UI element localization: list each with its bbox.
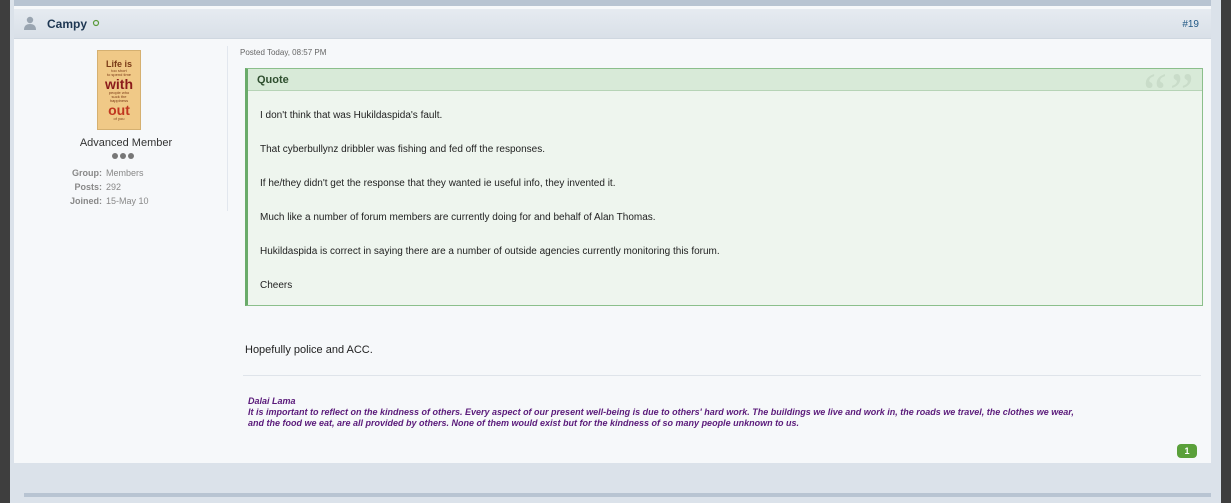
- rank-pip: [112, 153, 118, 159]
- posts-value: 292: [106, 182, 122, 192]
- quote-header: Quote “”: [248, 62, 1202, 122]
- reputation-badge[interactable]: 1: [1177, 444, 1197, 458]
- quote-line: Hukildaspida is correct in saying there …: [260, 246, 720, 257]
- author-name[interactable]: Campy: [47, 17, 87, 31]
- signature-divider: [243, 375, 1201, 376]
- joined-label: Joined:: [69, 196, 102, 206]
- online-status-icon: [92, 19, 100, 27]
- scrollbar[interactable]: [1221, 0, 1231, 503]
- signature-line: It is important to reflect on the kindne…: [248, 407, 1074, 417]
- author-info: Life is too short to spend time with peo…: [14, 44, 229, 224]
- joined-row: Joined: 15-May 10: [14, 196, 229, 210]
- quote-line: If he/they didn't get the response that …: [260, 178, 616, 189]
- left-gutter: [0, 0, 10, 503]
- group-label: Group:: [72, 168, 102, 178]
- posts-row: Posts: 292: [14, 182, 229, 196]
- avatar-text: of you: [113, 115, 125, 121]
- quote-line: I don't think that was Hukildaspida's fa…: [260, 110, 443, 121]
- user-stats: Group: Members Posts: 292 Joined: 15-May…: [14, 168, 229, 210]
- forum-post: Campy #19 Life is too short to spend tim…: [14, 6, 1211, 463]
- joined-value: 15-May 10: [106, 196, 149, 206]
- column-divider: [227, 46, 228, 211]
- quote-line: That cyberbullynz dribbler was fishing a…: [260, 144, 545, 155]
- rank-pip: [120, 153, 126, 159]
- avatar[interactable]: Life is too short to spend time with peo…: [97, 50, 141, 130]
- group-value: Members: [106, 168, 144, 178]
- post-body: Hopefully police and ACC.: [245, 344, 373, 356]
- signature-line: and the food we eat, are all provided by…: [248, 418, 800, 428]
- avatar-text: out: [108, 101, 130, 118]
- quote-line: Much like a number of forum members are …: [260, 212, 656, 223]
- quote-label: Quote: [257, 74, 289, 86]
- posted-date: Posted Today, 08:57 PM: [240, 48, 327, 57]
- quote-line: Cheers: [260, 280, 293, 291]
- rank-pips: [112, 153, 134, 159]
- posts-label: Posts:: [74, 182, 102, 192]
- signature: Dalai Lama It is important to reflect on…: [248, 396, 1208, 429]
- post-footer: [14, 463, 1211, 493]
- group-row: Group: Members: [14, 168, 229, 182]
- rank-pip: [128, 153, 134, 159]
- avatar-text: with: [105, 75, 133, 92]
- signature-line: Dalai Lama: [248, 396, 296, 406]
- post-number-link[interactable]: #19: [1182, 19, 1199, 30]
- quote-marks-icon: “”: [1137, 62, 1194, 122]
- bottom-bar: [24, 493, 1211, 497]
- post-header: Campy #19: [14, 9, 1211, 39]
- user-icon: [24, 16, 36, 30]
- member-title: Advanced Member: [79, 137, 173, 149]
- quote-block: Quote “” I don't think that was Hukildas…: [245, 62, 1203, 306]
